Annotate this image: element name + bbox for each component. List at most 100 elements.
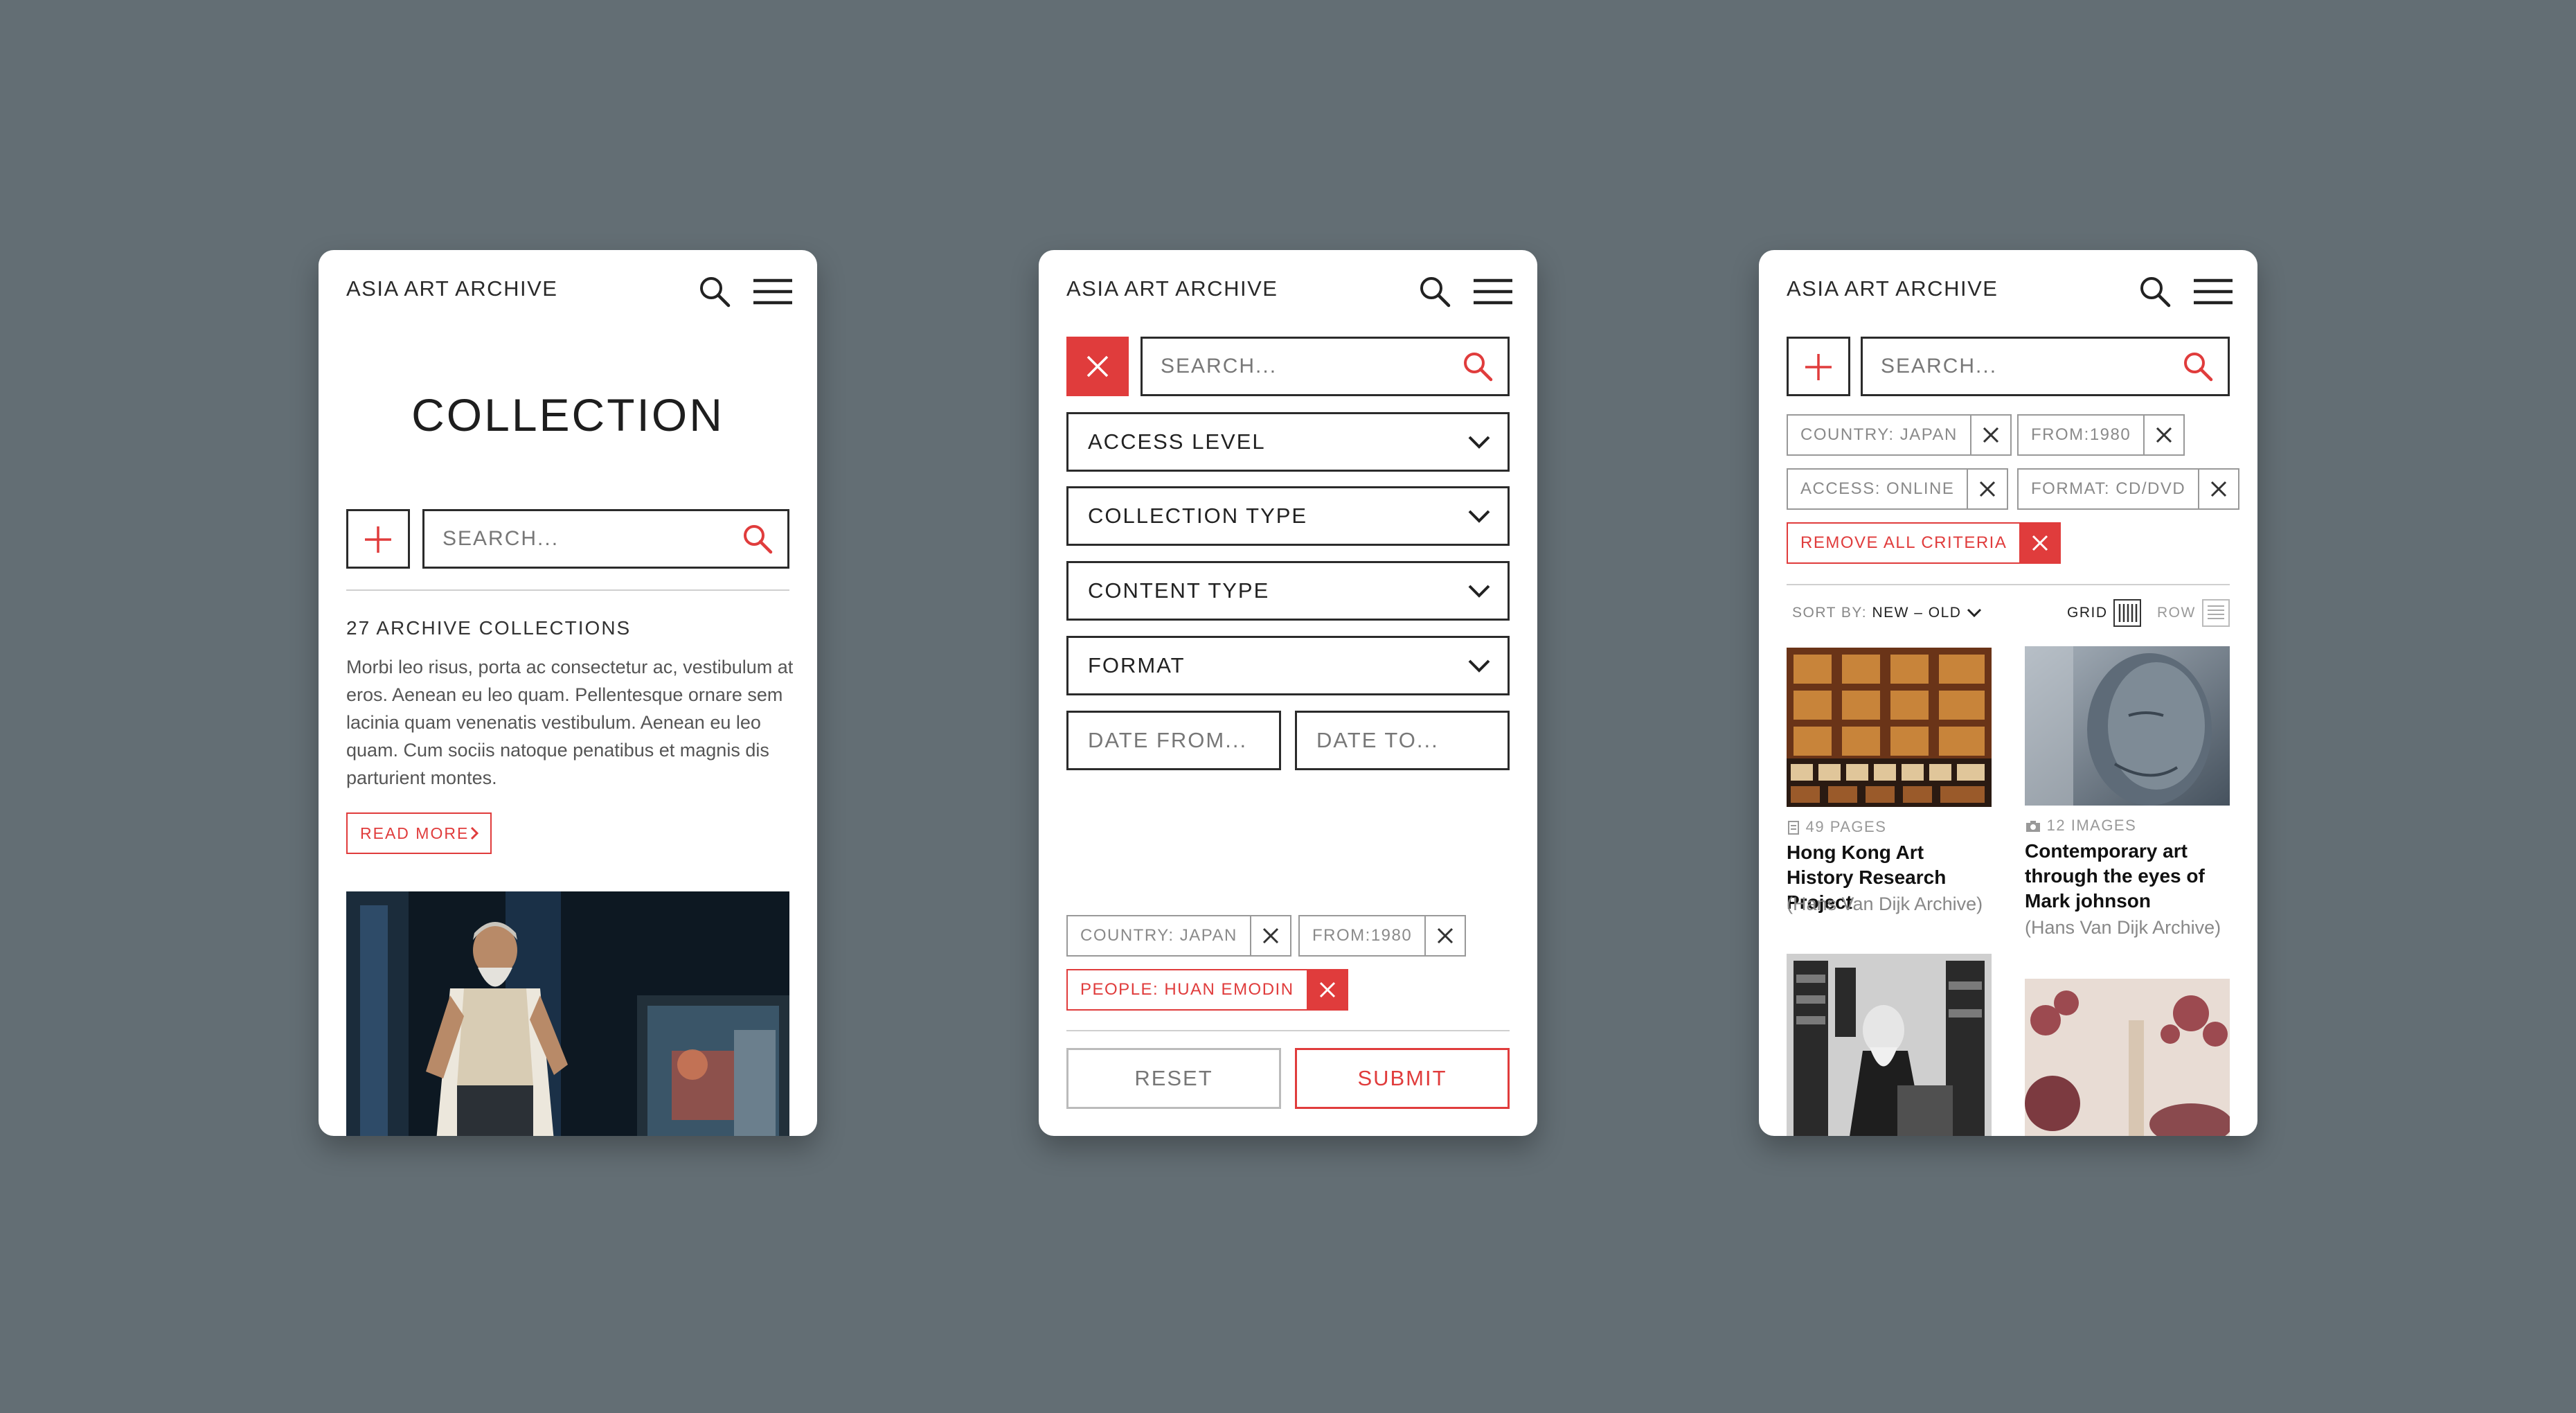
format-select[interactable]: FORMAT [1066,636,1510,695]
reset-button[interactable]: RESET [1066,1048,1281,1109]
search-input[interactable]: SEARCH... [1861,337,2230,396]
grid-view-icon[interactable] [2113,599,2141,627]
chevron-down-icon [1468,510,1490,523]
filter-chip: FROM:1980 [2017,414,2185,456]
remove-chip-button[interactable] [2143,414,2185,456]
filter-chip: FORMAT: CD/DVD [2017,468,2240,510]
search-icon[interactable] [2138,275,2172,308]
remove-all-button[interactable] [2019,522,2061,564]
divider [1787,584,2230,585]
date-to-placeholder: DATE TO... [1316,728,1439,752]
select-label: CONTENT TYPE [1088,578,1270,603]
select-label: ACCESS LEVEL [1088,429,1266,454]
search-icon[interactable] [742,523,773,555]
add-button[interactable] [346,509,410,569]
menu-icon[interactable] [753,278,792,305]
close-filters-button[interactable] [1066,337,1129,396]
date-to-input[interactable]: DATE TO... [1295,711,1510,770]
search-placeholder: SEARCH... [1881,355,1998,377]
screen-collection: ASIA ART ARCHIVE COLLECTION SEARCH... 27… [319,250,817,1136]
date-from-input[interactable]: DATE FROM... [1066,711,1281,770]
page-title: COLLECTION [411,389,724,441]
result-thumbnail[interactable] [1787,954,1992,1136]
filter-chip: COUNTRY: JAPAN [1787,414,2012,456]
app-title: ASIA ART ARCHIVE [1787,276,1998,301]
view-row-label: ROW [2157,605,2196,621]
search-icon[interactable] [1462,350,1494,382]
remove-all-criteria[interactable]: REMOVE ALL CRITERIA [1787,522,2061,564]
close-icon [1438,927,1454,944]
select-label: FORMAT [1088,653,1186,677]
card-meta: 12 IMAGES [2025,817,2136,835]
filter-chip: COUNTRY: JAPAN [1066,915,1291,957]
camera-icon [2026,821,2040,833]
filter-chip: FROM:1980 [1298,915,1467,957]
search-input[interactable]: SEARCH... [422,509,789,569]
chevron-down-icon [1967,609,1981,618]
collection-photo[interactable] [346,891,789,1136]
chip-label: FROM:1980 [2017,414,2144,456]
card-meta-text: 12 IMAGES [2046,817,2137,834]
read-more-label: READ MORE [360,824,469,842]
chip-label: PEOPLE: HUAN EMODIN [1066,969,1307,1011]
chip-label: COUNTRY: JAPAN [1066,915,1250,957]
read-more-button[interactable]: READ MORE [346,812,492,854]
chevron-down-icon [1468,585,1490,598]
remove-chip-button[interactable] [1424,915,1467,957]
divider [346,589,789,591]
close-icon [2211,481,2227,497]
chip-label: FROM:1980 [1298,915,1425,957]
menu-icon[interactable] [1474,278,1512,305]
sort-label: SORT BY: [1792,605,1868,621]
result-thumbnail[interactable] [1787,648,1992,807]
close-icon [1262,927,1278,944]
search-placeholder: SEARCH... [442,527,560,550]
card-source: (Hans Van Dijk Archive) [1787,894,1983,914]
document-icon [1788,821,1799,835]
filter-chip: ACCESS: ONLINE [1787,468,2009,510]
remove-chip-button[interactable] [1249,915,1291,957]
add-button[interactable] [1787,337,1850,396]
card-meta-text: 49 PAGES [1805,818,1887,835]
app-title: ASIA ART ARCHIVE [1066,276,1278,301]
chevron-right-icon [470,826,479,840]
app-title: ASIA ART ARCHIVE [346,276,558,301]
select-label: COLLECTION TYPE [1088,504,1308,528]
search-placeholder: SEARCH... [1161,355,1278,377]
card-source: (Hans Van Dijk Archive) [2025,917,2221,938]
remove-chip-button[interactable] [1967,468,2009,510]
chevron-down-icon [1468,436,1490,449]
card-meta: 49 PAGES [1787,818,1886,836]
collection-type-select[interactable]: COLLECTION TYPE [1066,486,1510,546]
result-thumbnail[interactable] [2025,979,2230,1136]
menu-icon[interactable] [2194,278,2233,305]
plus-icon [365,526,391,553]
row-view-icon[interactable] [2202,599,2230,627]
access-level-select[interactable]: ACCESS LEVEL [1066,412,1510,472]
search-icon[interactable] [698,275,731,308]
collection-count: 27 ARCHIVE COLLECTIONS [346,617,632,639]
remove-chip-button[interactable] [1969,414,2012,456]
close-icon [1980,481,1996,497]
close-icon [1983,427,1998,443]
close-icon [2156,427,2172,443]
sort-value: NEW – OLD [1872,605,1962,621]
chip-label: FORMAT: CD/DVD [2017,468,2199,510]
remove-chip-button[interactable] [1306,969,1348,1011]
view-grid-label: GRID [2067,605,2108,621]
submit-button[interactable]: SUBMIT [1295,1048,1510,1109]
search-input[interactable]: SEARCH... [1141,337,1510,396]
result-thumbnail[interactable] [2025,646,2230,806]
chip-label: ACCESS: ONLINE [1787,468,1967,510]
filter-chip-active: PEOPLE: HUAN EMODIN [1066,969,1348,1011]
search-icon[interactable] [1418,275,1451,308]
content-type-select[interactable]: CONTENT TYPE [1066,561,1510,621]
screen-filters: ASIA ART ARCHIVE SEARCH... ACCESS LEVEL … [1039,250,1537,1136]
remove-chip-button[interactable] [2198,468,2240,510]
sort-control[interactable]: SORT BY: NEW – OLD [1792,605,1982,621]
search-icon[interactable] [2182,350,2214,382]
date-from-placeholder: DATE FROM... [1088,728,1248,752]
card-title[interactable]: Contemporary art through the eyes of Mar… [2025,839,2233,914]
divider [1066,1030,1510,1031]
remove-all-label: REMOVE ALL CRITERIA [1787,522,2020,564]
